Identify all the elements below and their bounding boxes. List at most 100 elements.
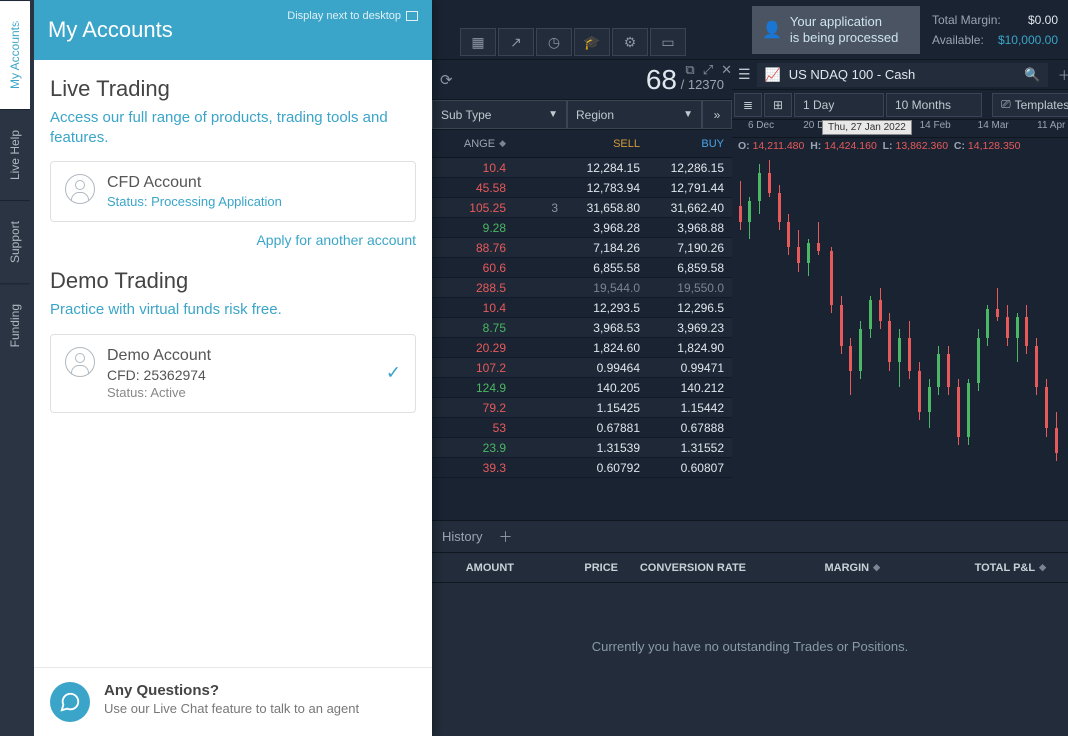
chart-toolbar: ≣ ⊞ 1 Day 10 Months ⎚ Templates <box>732 90 1068 120</box>
range-dropdown[interactable]: 10 Months <box>886 93 982 117</box>
reload-icon[interactable]: ⟳ <box>440 71 453 89</box>
product-filters: Sub Type ▼ Region ▼ » <box>432 100 732 130</box>
grid-icon[interactable]: ▦ <box>460 28 496 56</box>
col-amount[interactable]: AMOUNT <box>432 562 528 574</box>
product-row[interactable]: 105.25331,658.8031,662.40 <box>432 198 732 218</box>
product-row[interactable]: 9.283,968.283,968.88 <box>432 218 732 238</box>
live-trading-sub: Access our full range of products, tradi… <box>50 108 416 147</box>
product-row[interactable]: 39.30.607920.60807 <box>432 458 732 478</box>
history-tab[interactable]: History <box>436 525 488 548</box>
live-account-name: CFD Account <box>107 174 401 192</box>
product-row[interactable]: 124.9140.205140.212 <box>432 378 732 398</box>
product-row[interactable]: 79.21.154251.15442 <box>432 398 732 418</box>
col-sell[interactable]: SELL <box>564 130 648 157</box>
product-row[interactable]: 88.767,184.267,190.26 <box>432 238 732 258</box>
display-next-to-desktop-toggle[interactable]: Display next to desktop <box>287 10 418 22</box>
close-icon[interactable]: ✕ <box>721 62 732 78</box>
positions-tabs: History ＋ <box>432 521 1068 553</box>
add-tab-button[interactable]: ＋ <box>498 527 512 547</box>
left-tab-funding[interactable]: Funding <box>0 283 30 367</box>
col-change[interactable]: ANGE◆ <box>432 130 514 157</box>
left-tab-support[interactable]: Support <box>0 200 30 283</box>
product-row[interactable]: 23.91.315391.31552 <box>432 438 732 458</box>
chart-line-icon: 📈 <box>765 67 781 83</box>
count-visible: 68 <box>646 64 677 95</box>
axis-date: 11 Apr <box>1022 120 1068 137</box>
subtype-filter-dropdown[interactable]: Sub Type ▼ <box>432 100 567 129</box>
chart-type-icon[interactable]: ≣ <box>734 93 762 117</box>
expand-icon[interactable]: ↗ <box>498 28 534 56</box>
my-accounts-panel: My Accounts Display next to desktop Live… <box>34 0 432 736</box>
product-row[interactable]: 530.678810.67888 <box>432 418 732 438</box>
window-icon[interactable]: ▭ <box>650 28 686 56</box>
col-buy[interactable]: BUY <box>648 130 732 157</box>
product-row[interactable]: 8.753,968.533,969.23 <box>432 318 732 338</box>
available-label: Available: <box>932 33 984 47</box>
maximize-icon[interactable]: ⤢ <box>703 62 713 78</box>
chart-instrument-selector[interactable]: 📈 US NDAQ 100 - Cash 🔍 <box>757 63 1049 87</box>
graduation-icon[interactable]: 🎓 <box>574 28 610 56</box>
live-account-status: Status: Processing Application <box>107 194 401 209</box>
chart-time-axis: 6 Dec 20 Dec 14 Feb 14 Mar 11 Apr Thu, 2… <box>732 120 1068 138</box>
notice-line1: Your application <box>790 14 898 30</box>
chat-bubble-icon <box>50 682 90 722</box>
col-conversion-rate[interactable]: CONVERSION RATE <box>632 562 760 574</box>
product-list-columns: ANGE◆ SELL BUY <box>432 130 732 158</box>
total-margin-value: $0.00 <box>1028 13 1058 27</box>
user-avatar-icon[interactable] <box>6 22 26 42</box>
sliders-icon: ⎚ <box>1001 97 1011 112</box>
demo-account-status: Status: Active <box>107 385 401 400</box>
chat-sub: Use our Live Chat feature to talk to an … <box>104 701 359 716</box>
chart-header: ☰ 📈 US NDAQ 100 - Cash 🔍 ＋ <box>732 60 1068 90</box>
my-accounts-header: My Accounts Display next to desktop <box>34 0 432 60</box>
demo-account-cfd: CFD: 25362974 <box>107 367 401 383</box>
total-margin-label: Total Margin: <box>932 13 1001 27</box>
col-total-pnl[interactable]: TOTAL P&L◆ <box>894 562 1060 574</box>
display-next-label: Display next to desktop <box>287 10 401 22</box>
chart-menu-icon[interactable]: ☰ <box>738 66 751 83</box>
application-processing-notice[interactable]: 👤 Your application is being processed <box>752 6 920 54</box>
left-tab-my-accounts[interactable]: My Accounts <box>0 0 30 109</box>
check-icon: ✓ <box>386 363 401 384</box>
chat-title: Any Questions? <box>104 682 359 699</box>
popout-icon[interactable]: ⧉ <box>685 62 694 78</box>
product-row[interactable]: 107.20.994640.99471 <box>432 358 732 378</box>
product-row[interactable]: 45.5812,783.9412,791.44 <box>432 178 732 198</box>
axis-date: 14 Mar <box>964 120 1022 137</box>
positions-empty-message: Currently you have no outstanding Trades… <box>432 583 1068 654</box>
product-row[interactable]: 60.66,855.586,859.58 <box>432 258 732 278</box>
left-tab-live-help[interactable]: Live Help <box>0 109 30 200</box>
axis-date: 6 Dec <box>732 120 790 137</box>
chevron-down-icon: ▼ <box>548 109 558 120</box>
positions-columns: AMOUNT PRICE CONVERSION RATE MARGIN◆ TOT… <box>432 553 1068 583</box>
templates-button[interactable]: ⎚ Templates <box>992 93 1068 117</box>
chart-title-text: US NDAQ 100 - Cash <box>789 67 915 82</box>
search-icon[interactable]: 🔍 <box>1024 67 1040 83</box>
clock-icon[interactable]: ◷ <box>536 28 572 56</box>
product-row[interactable]: 288.519,544.019,550.0 <box>432 278 732 298</box>
col-margin[interactable]: MARGIN◆ <box>760 562 894 574</box>
interval-dropdown[interactable]: 1 Day <box>794 93 884 117</box>
region-filter-label: Region <box>576 108 614 122</box>
product-row[interactable]: 10.412,293.512,296.5 <box>432 298 732 318</box>
account-avatar-icon <box>65 174 95 204</box>
chart-layout-icon[interactable]: ⊞ <box>764 93 792 117</box>
live-chat-prompt[interactable]: Any Questions? Use our Live Chat feature… <box>34 667 432 736</box>
region-filter-dropdown[interactable]: Region ▼ <box>567 100 702 129</box>
demo-account-card[interactable]: Demo Account CFD: 25362974 Status: Activ… <box>50 334 416 413</box>
user-badge-icon: 👤 <box>762 20 782 40</box>
count-total: / 12370 <box>681 77 724 92</box>
product-row[interactable]: 20.291,824.601,824.90 <box>432 338 732 358</box>
crosshair-date-badge: Thu, 27 Jan 2022 <box>822 120 912 135</box>
live-account-card[interactable]: CFD Account Status: Processing Applicati… <box>50 161 416 222</box>
product-row[interactable]: 10.412,284.1512,286.15 <box>432 158 732 178</box>
subtype-filter-label: Sub Type <box>441 108 491 122</box>
more-filters-button[interactable]: » <box>702 100 732 129</box>
demo-trading-heading: Demo Trading <box>50 268 416 294</box>
col-price[interactable]: PRICE <box>528 562 632 574</box>
left-tab-rail: My Accounts Live Help Support Funding <box>0 0 34 736</box>
add-chart-tab-button[interactable]: ＋ <box>1054 65 1068 84</box>
apply-another-account-link[interactable]: Apply for another account <box>50 232 416 248</box>
chart-ohlc-readout: O: 14,211.480 H: 14,424.160 L: 13,862.36… <box>732 138 1068 156</box>
gear-icon[interactable]: ⚙ <box>612 28 648 56</box>
